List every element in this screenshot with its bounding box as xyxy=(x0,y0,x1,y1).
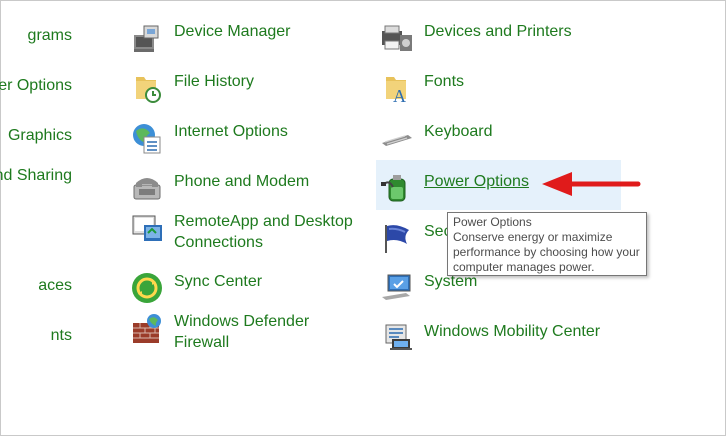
left-item-sharing[interactable]: nd Sharing xyxy=(0,166,72,186)
svg-text:A: A xyxy=(393,86,406,105)
phone-modem-item[interactable]: Phone and Modem xyxy=(130,171,309,205)
system-item[interactable]: System xyxy=(380,271,477,305)
internet-options-item[interactable]: Internet Options xyxy=(130,121,288,155)
keyboard-label[interactable]: Keyboard xyxy=(424,121,493,142)
defender-firewall-label-line1[interactable]: Windows Defender xyxy=(174,311,309,332)
defender-firewall-item[interactable]: Windows Defender Firewall xyxy=(130,311,309,353)
left-item-graphics[interactable]: Graphics xyxy=(8,126,72,146)
power-options-label[interactable]: Power Options xyxy=(424,171,529,192)
file-history-item[interactable]: File History xyxy=(130,71,254,105)
security-maintenance-item[interactable]: Sec xyxy=(380,221,452,255)
device-manager-item[interactable]: Device Manager xyxy=(130,21,291,55)
tooltip-title: Power Options xyxy=(453,215,532,229)
left-item-spaces[interactable]: aces xyxy=(38,276,72,296)
fonts-label[interactable]: Fonts xyxy=(424,71,464,92)
keyboard-icon xyxy=(382,135,412,146)
devices-printers-label[interactable]: Devices and Printers xyxy=(424,21,572,42)
mobility-center-item[interactable]: Windows Mobility Center xyxy=(380,321,600,355)
power-options-item[interactable]: Power Options xyxy=(380,171,529,205)
internet-options-icon xyxy=(133,124,161,154)
internet-options-label[interactable]: Internet Options xyxy=(174,121,288,142)
defender-firewall-label-line2[interactable]: Firewall xyxy=(174,332,309,353)
tooltip-body: Conserve energy or maximize performance … xyxy=(453,230,640,274)
devices-printers-item[interactable]: Devices and Printers xyxy=(380,21,572,55)
device-manager-label[interactable]: Device Manager xyxy=(174,21,291,42)
remoteapp-label-line2[interactable]: Connections xyxy=(174,232,353,253)
fonts-item[interactable]: A Fonts xyxy=(380,71,464,105)
defender-firewall-icon xyxy=(133,314,161,343)
left-column: grams er Options Graphics nd Sharing ace… xyxy=(0,0,110,438)
sync-center-label[interactable]: Sync Center xyxy=(174,271,262,292)
fonts-icon: A xyxy=(386,77,406,105)
sync-center-item[interactable]: Sync Center xyxy=(130,271,262,305)
power-options-tooltip: Power Options Conserve energy or maximiz… xyxy=(447,212,647,276)
power-options-icon xyxy=(381,175,406,202)
left-item-programs[interactable]: grams xyxy=(28,26,72,46)
security-maintenance-icon xyxy=(385,225,409,253)
file-history-label[interactable]: File History xyxy=(174,71,254,92)
phone-modem-label[interactable]: Phone and Modem xyxy=(174,171,309,192)
phone-modem-icon xyxy=(133,178,161,200)
left-item-power-options[interactable]: er Options xyxy=(0,76,72,96)
system-icon xyxy=(382,274,411,300)
red-arrow-annotation-icon xyxy=(542,172,641,196)
remoteapp-label-line1[interactable]: RemoteApp and Desktop xyxy=(174,211,353,232)
mobility-center-icon xyxy=(385,324,412,350)
mobility-center-label[interactable]: Windows Mobility Center xyxy=(424,321,600,342)
remoteapp-icon xyxy=(132,215,162,241)
device-manager-icon xyxy=(134,25,159,52)
remoteapp-item[interactable]: RemoteApp and Desktop Connections xyxy=(130,211,353,253)
devices-printers-icon xyxy=(382,25,412,51)
left-item-fonts[interactable]: nts xyxy=(51,326,72,346)
file-history-icon xyxy=(136,77,161,103)
keyboard-item[interactable]: Keyboard xyxy=(380,121,493,155)
sync-center-icon xyxy=(132,273,162,303)
